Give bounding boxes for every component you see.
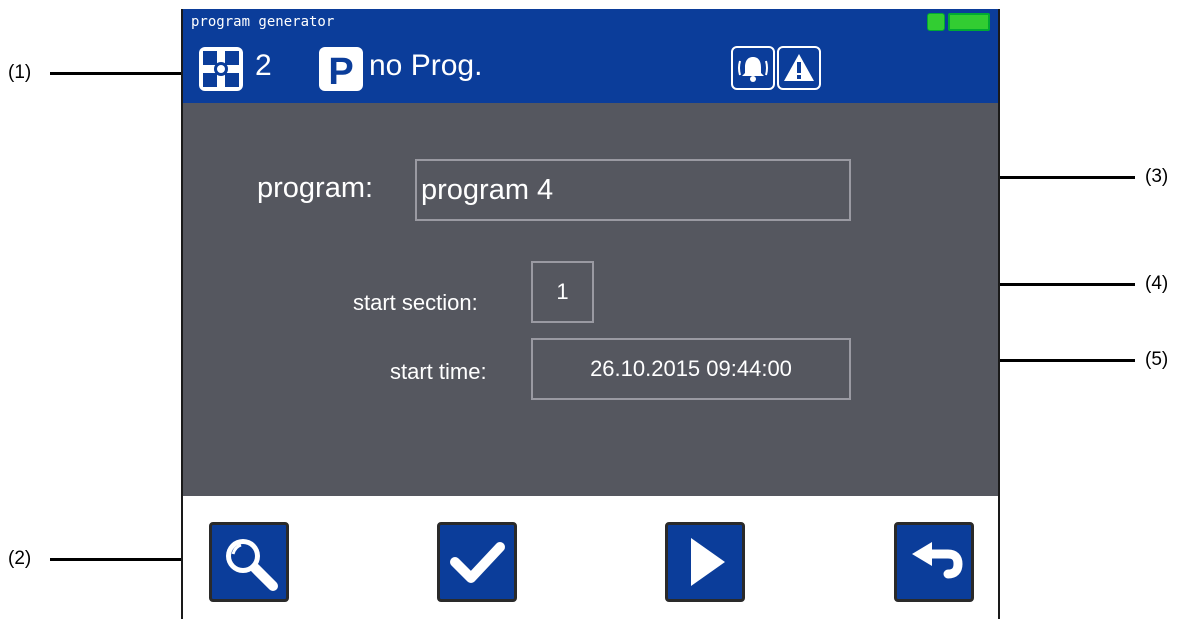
svg-text:P: P	[328, 51, 353, 91]
callout-1: (1)	[8, 62, 32, 83]
play-icon	[691, 538, 725, 586]
confirm-button[interactable]	[437, 522, 517, 602]
device-select-icon[interactable]	[199, 47, 243, 91]
start-time-field[interactable]: 26.10.2015 09:44:00	[531, 338, 851, 400]
header-bar: 2 P no Prog.	[183, 35, 998, 103]
callout-4: (4)	[1145, 273, 1169, 294]
power-plug-icon	[927, 13, 945, 31]
back-arrow-icon	[912, 542, 963, 579]
program-field[interactable]: program 4	[415, 159, 851, 221]
window-titlebar: program generator	[183, 9, 998, 35]
start-section-field[interactable]: 1	[531, 261, 594, 323]
alarm-bell-button[interactable]	[731, 46, 775, 90]
program-value: program 4	[421, 173, 554, 206]
start-button[interactable]	[665, 522, 745, 602]
start-section-value: 1	[556, 279, 569, 304]
callout-1-line	[50, 72, 198, 75]
bell-icon	[738, 57, 768, 82]
device-number: 2	[255, 49, 272, 82]
program-status: no Prog.	[369, 49, 483, 82]
start-time-label: start time:	[390, 359, 487, 384]
program-label: program:	[257, 172, 374, 204]
program-icon: P	[319, 47, 363, 93]
device-screen: program generator 2 P no Prog. program: …	[181, 9, 1000, 619]
magnifier-icon	[226, 539, 278, 591]
program-form: program: program 4 start section: 1 star…	[183, 103, 998, 496]
callout-2: (2)	[8, 548, 32, 569]
checkmark-icon	[450, 542, 505, 583]
status-icons	[927, 13, 990, 31]
start-time-value: 26.10.2015 09:44:00	[590, 356, 792, 381]
bottom-toolbar	[183, 496, 998, 619]
warning-button[interactable]	[777, 46, 821, 90]
search-button[interactable]	[209, 522, 289, 602]
battery-icon	[948, 13, 990, 31]
back-button[interactable]	[894, 522, 974, 602]
start-section-label: start section:	[353, 290, 478, 315]
callout-3: (3)	[1145, 166, 1169, 187]
warning-icon	[784, 54, 814, 81]
window-title: program generator	[191, 14, 335, 30]
callout-5: (5)	[1145, 349, 1169, 370]
